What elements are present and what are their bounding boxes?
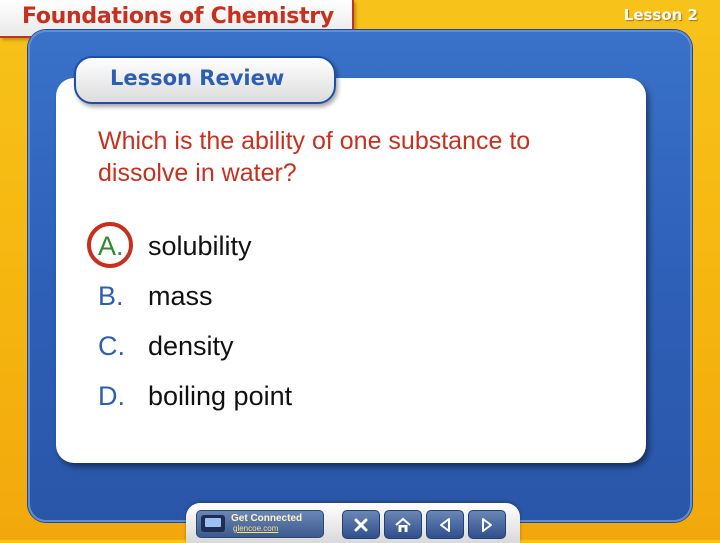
lesson-label: Lesson 2 bbox=[623, 6, 698, 24]
choice-letter: D. bbox=[98, 380, 125, 411]
choice-b[interactable]: B. mass bbox=[98, 278, 213, 314]
choice-c[interactable]: C. density bbox=[98, 328, 234, 364]
choice-letter: A. bbox=[87, 221, 148, 268]
close-button[interactable] bbox=[342, 510, 380, 539]
get-connected-label: Get Connected bbox=[231, 513, 303, 524]
lesson-review-label: Lesson Review bbox=[110, 66, 285, 90]
next-button[interactable] bbox=[468, 510, 506, 539]
choice-d[interactable]: D. boiling point bbox=[98, 378, 292, 414]
choice-text: boiling point bbox=[148, 380, 293, 411]
previous-icon bbox=[437, 517, 453, 533]
get-connected-button[interactable]: Get Connected glencoe.com bbox=[196, 510, 324, 538]
close-icon bbox=[353, 517, 369, 533]
course-title: Foundations of Chemistry bbox=[22, 4, 334, 29]
next-icon bbox=[479, 517, 495, 533]
choice-letter: C. bbox=[98, 330, 125, 361]
home-button[interactable] bbox=[384, 510, 422, 539]
previous-button[interactable] bbox=[426, 510, 464, 539]
choice-text: mass bbox=[148, 280, 213, 311]
choice-text: density bbox=[148, 330, 234, 361]
get-connected-site: glencoe.com bbox=[233, 524, 279, 533]
choice-text: solubility bbox=[148, 230, 252, 261]
navigation-bar: Get Connected glencoe.com bbox=[186, 503, 520, 543]
computer-icon bbox=[201, 515, 225, 532]
lesson-review-banner: Lesson Review bbox=[74, 56, 336, 104]
home-icon bbox=[394, 517, 412, 533]
choice-a[interactable]: A. solubility bbox=[87, 221, 252, 268]
question-text: Which is the ability of one substance to… bbox=[98, 127, 531, 187]
choice-letter: B. bbox=[98, 280, 124, 311]
